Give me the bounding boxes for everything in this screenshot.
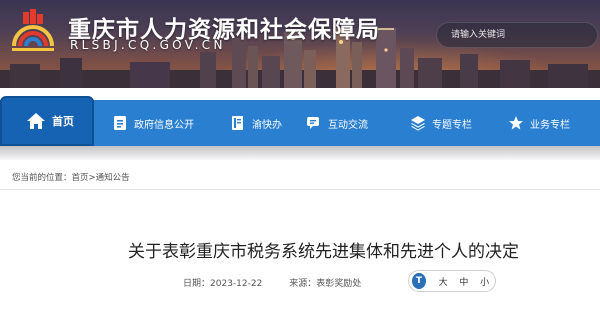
breadcrumb-separator: > bbox=[88, 173, 96, 183]
nav-item-home[interactable]: 首页 bbox=[0, 96, 94, 146]
home-icon bbox=[27, 113, 45, 129]
document-icon bbox=[114, 116, 126, 130]
nav-item-label: 专题专栏 bbox=[432, 119, 472, 131]
nav-item-label: 政府信息公开 bbox=[134, 119, 194, 131]
search-input[interactable]: 请输入关键词 bbox=[436, 22, 598, 48]
article-title: 关于表彰重庆市税务系统先进集体和先进个人的决定 bbox=[128, 242, 519, 262]
source-label: 来源： bbox=[289, 279, 317, 289]
breadcrumb-current-link[interactable]: 通知公告 bbox=[96, 173, 130, 183]
nav-item-interaction[interactable]: 互动交流 bbox=[302, 100, 406, 146]
nav-item-gov-info[interactable]: 政府信息公开 bbox=[94, 100, 210, 146]
breadcrumb-prefix: 您当前的位置： bbox=[12, 173, 72, 183]
breadcrumb: 您当前的位置：首页>通知公告 bbox=[12, 171, 130, 183]
article-date: 2023-12-22 bbox=[210, 279, 263, 289]
article-meta: 日期：2023-12-22 来源：表彰奖励处 bbox=[183, 276, 361, 289]
font-size-control: T 大 中 小 bbox=[408, 270, 496, 292]
nav-item-yukuaiban[interactable]: 渝快办 bbox=[210, 100, 302, 146]
font-size-icon: T bbox=[412, 273, 426, 289]
site-header: 重庆市人力资源和社会保障局 RLSBJ.CQ.GOV.CN 请输入关键词 bbox=[0, 0, 600, 88]
nav-item-business[interactable]: 业务专栏 bbox=[506, 100, 586, 146]
nav-item-label: 业务专栏 bbox=[530, 119, 570, 131]
site-url: RLSBJ.CQ.GOV.CN bbox=[70, 38, 226, 52]
font-size-small-button[interactable]: 小 bbox=[474, 275, 495, 288]
chat-icon bbox=[307, 117, 319, 129]
nav-item-label: 互动交流 bbox=[328, 119, 368, 131]
article-source: 表彰奖励处 bbox=[316, 279, 362, 289]
star-icon bbox=[509, 116, 523, 130]
nav-item-label: 首页 bbox=[52, 115, 74, 128]
gov-logo bbox=[12, 9, 54, 51]
book-icon bbox=[232, 116, 243, 130]
nav-item-special-topics[interactable]: 专题专栏 bbox=[406, 100, 506, 146]
layers-icon bbox=[411, 116, 425, 131]
breadcrumb-home-link[interactable]: 首页 bbox=[72, 173, 89, 183]
breadcrumb-divider bbox=[0, 189, 600, 190]
font-size-large-button[interactable]: 大 bbox=[433, 275, 454, 288]
nav-shadow-strip bbox=[0, 146, 600, 160]
date-label: 日期： bbox=[183, 279, 211, 289]
main-nav: 首页 政府信息公开 渝快办 互动交流 专题专栏 业务专栏 bbox=[0, 96, 600, 146]
font-size-medium-button[interactable]: 中 bbox=[454, 275, 475, 288]
nav-item-label: 渝快办 bbox=[252, 119, 282, 131]
